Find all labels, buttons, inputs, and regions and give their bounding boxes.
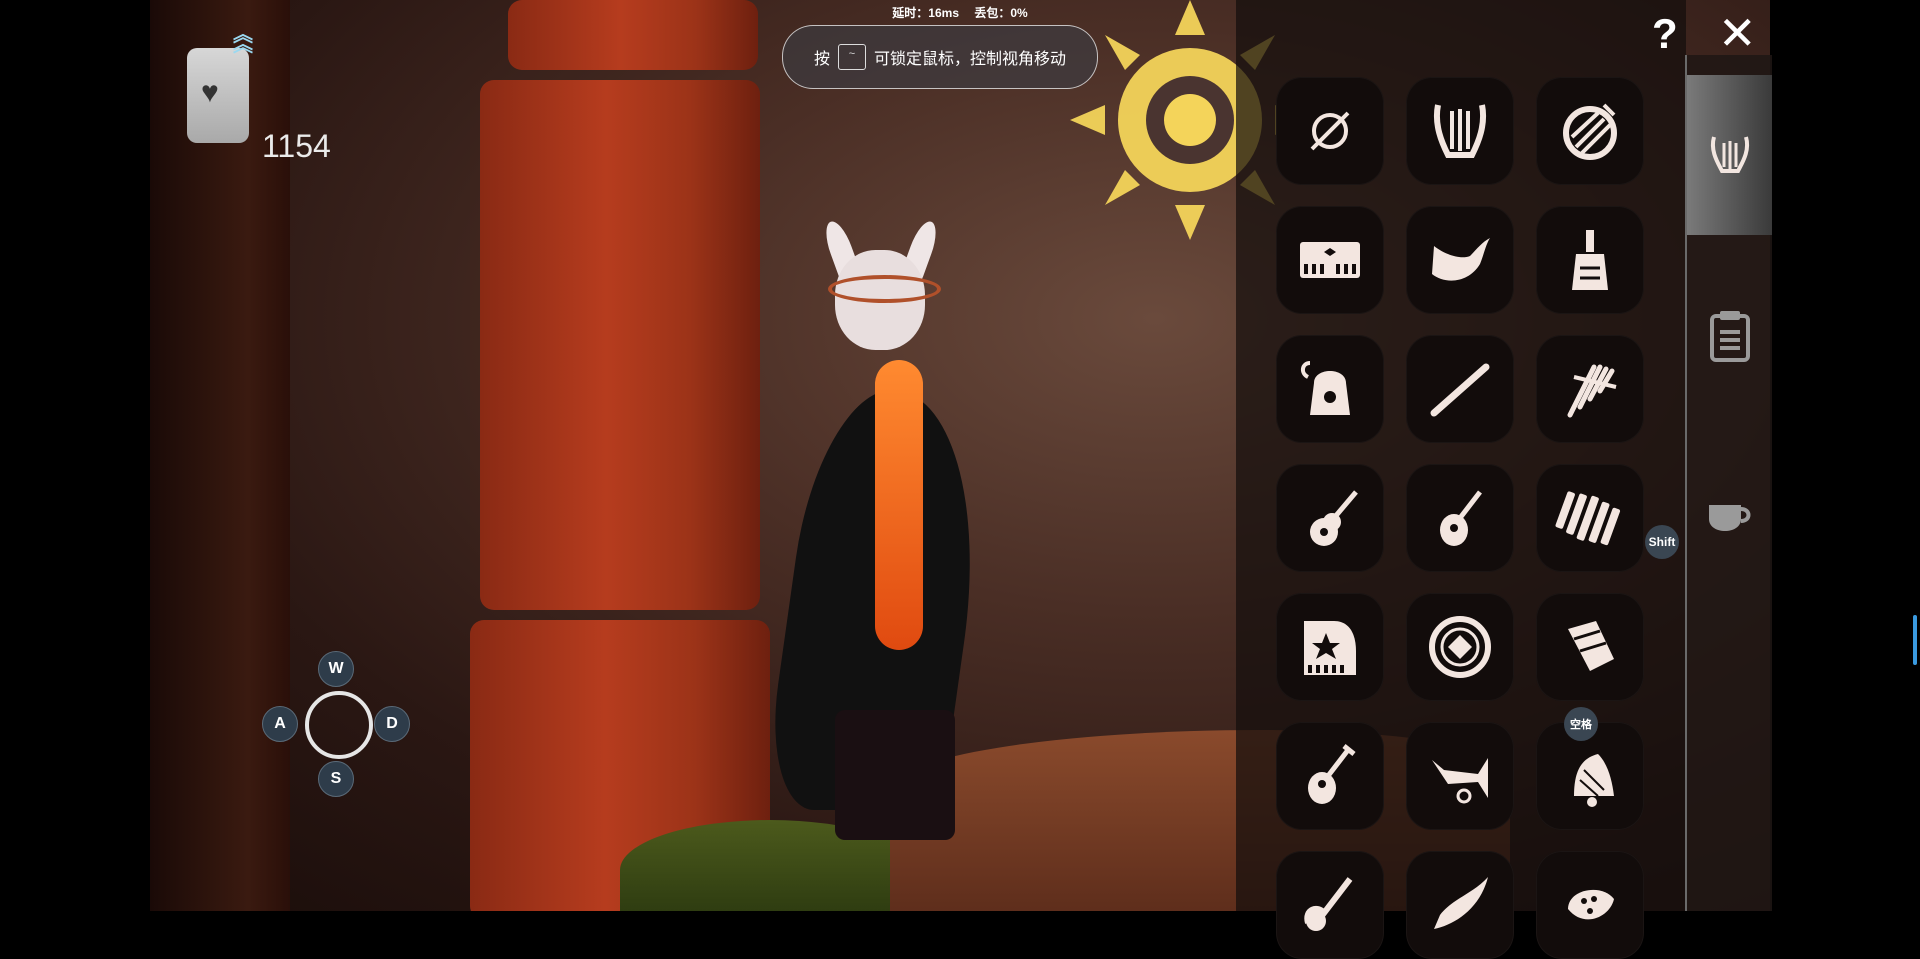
- side-tab-bar: [1685, 55, 1772, 911]
- movement-joystick[interactable]: [305, 691, 373, 759]
- instrument-slot[interactable]: [1406, 722, 1514, 830]
- rank-chevrons-icon: ︽ ︽: [233, 24, 253, 56]
- frame-drum-icon: [1429, 616, 1491, 678]
- candle-badge: ♥ ︽ ︽: [183, 24, 253, 145]
- instrument-slot[interactable]: [1406, 464, 1514, 572]
- instrument-slot[interactable]: [1406, 851, 1514, 959]
- guitar-icon: [1310, 490, 1358, 546]
- bell-shaker-icon: [1572, 230, 1608, 290]
- drum-icon: [1563, 103, 1617, 160]
- tab-instruments[interactable]: [1687, 75, 1772, 235]
- harp-icon: [1710, 136, 1749, 173]
- scrollbar[interactable]: [1913, 615, 1917, 665]
- notice-text: 可锁定鼠标，控制视角移动: [874, 51, 1067, 68]
- tab-props[interactable]: [1687, 435, 1772, 595]
- key-d[interactable]: D: [374, 706, 410, 742]
- instrument-slot[interactable]: [1536, 206, 1644, 314]
- cup-icon: [1708, 505, 1750, 531]
- electric-guitar-icon: [1304, 877, 1353, 931]
- key-w[interactable]: W: [318, 651, 354, 687]
- trumpet-icon: [1432, 758, 1488, 804]
- instrument-slot[interactable]: [1276, 851, 1384, 959]
- tab-sheet-music[interactable]: [1687, 255, 1772, 415]
- clipboard-icon: [1709, 311, 1750, 362]
- packet-loss-text: 丢包：0%: [974, 6, 1028, 20]
- lute-icon: [1308, 744, 1356, 804]
- mouse-lock-notice: 按 ~ 可锁定鼠标，控制视角移动: [782, 25, 1098, 89]
- instrument-slot[interactable]: [1276, 335, 1384, 443]
- instrument-slot[interactable]: [1276, 464, 1384, 572]
- instrument-slot[interactable]: [1276, 206, 1384, 314]
- handbell-icon: [1574, 754, 1614, 807]
- instrument-slot[interactable]: [1536, 464, 1644, 572]
- network-status: 延时：16ms 丢包：0%: [0, 4, 1920, 21]
- instrument-slot[interactable]: [1536, 77, 1644, 185]
- instrument-slot[interactable]: [1406, 206, 1514, 314]
- instrument-slot[interactable]: [1276, 722, 1384, 830]
- instrument-slot[interactable]: [1536, 335, 1644, 443]
- instrument-slot[interactable]: [1406, 335, 1514, 443]
- shift-hint-badge: Shift: [1645, 525, 1679, 559]
- ocarina-icon: [1568, 889, 1614, 920]
- instrument-slot[interactable]: [1276, 77, 1384, 185]
- harp-icon: [1434, 104, 1486, 158]
- instrument-slot[interactable]: [1536, 851, 1644, 959]
- latency-text: 延时：16ms: [892, 6, 959, 20]
- key-a[interactable]: A: [262, 706, 298, 742]
- instrument-slot[interactable]: [1406, 77, 1514, 185]
- panpipe-icon: [1567, 364, 1617, 418]
- character-crown: [828, 275, 941, 303]
- help-button[interactable]: ?: [1652, 10, 1678, 58]
- heart-icon: ♥: [201, 76, 219, 109]
- leaf-icon: [1434, 877, 1488, 929]
- instrument-slot[interactable]: [1536, 593, 1644, 701]
- horn-icon: [1432, 238, 1490, 281]
- flute-icon: [1430, 363, 1490, 417]
- instrument-slot[interactable]: [1276, 593, 1384, 701]
- mandolin-icon: [1440, 490, 1482, 546]
- xylophone-icon: [1555, 491, 1621, 546]
- instrument-slot[interactable]: [1406, 593, 1514, 701]
- tilde-key-icon: ~: [838, 44, 866, 70]
- stone-block-middle: [480, 80, 760, 610]
- keyboard-icon: [1300, 242, 1360, 278]
- hand-drum-icon: [1568, 621, 1614, 671]
- notice-prefix: 按: [813, 51, 830, 68]
- grand-piano-icon: [1304, 621, 1356, 675]
- oil-lamp-icon: [1301, 361, 1350, 415]
- space-hint-badge: 空格: [1564, 707, 1598, 741]
- close-button[interactable]: ✕: [1718, 10, 1757, 56]
- key-s[interactable]: S: [318, 761, 354, 797]
- character-legs: [835, 710, 955, 840]
- none-icon: [1310, 111, 1350, 151]
- candle-count: 1154: [262, 128, 331, 164]
- character-scarf: [875, 360, 923, 650]
- player-character: [750, 210, 1050, 850]
